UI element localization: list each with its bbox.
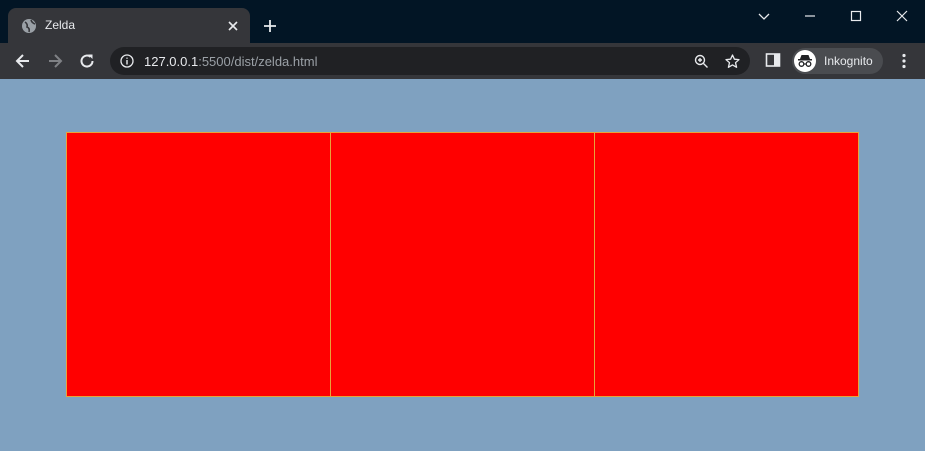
close-icon[interactable] (226, 19, 240, 33)
info-icon[interactable] (120, 54, 134, 68)
tab-title: Zelda (45, 18, 76, 32)
chevron-down-icon (758, 13, 770, 20)
maximize-button[interactable] (833, 5, 879, 27)
tab-zelda[interactable]: Zelda (8, 8, 250, 43)
address-bar[interactable]: 127.0.0.1:5500/dist/zelda.html (110, 47, 750, 75)
reload-icon[interactable] (78, 52, 96, 70)
minimize-button[interactable] (787, 5, 833, 27)
close-icon (896, 10, 908, 22)
maximize-icon (850, 10, 862, 22)
new-tab-icon[interactable] (262, 18, 278, 34)
star-icon[interactable] (725, 54, 740, 69)
side-panel-icon[interactable] (765, 52, 781, 68)
more-vert-icon[interactable] (896, 52, 912, 70)
globe-icon (22, 19, 36, 33)
game-cell (331, 132, 595, 397)
game-cell (66, 132, 331, 397)
game-cell (595, 132, 859, 397)
close-window-button[interactable] (879, 5, 925, 27)
forward-arrow-icon[interactable] (46, 52, 64, 70)
game-board (66, 132, 859, 397)
profile-button[interactable]: Inkognito (792, 48, 883, 74)
browser-titlebar: Zelda (0, 0, 925, 43)
url-path: :5500/dist/zelda.html (198, 54, 318, 69)
tab-search-button[interactable] (741, 5, 787, 27)
back-arrow-icon[interactable] (14, 52, 32, 70)
incognito-icon (794, 50, 816, 72)
page-viewport (0, 79, 925, 451)
zoom-icon[interactable] (694, 54, 709, 69)
profile-label: Inkognito (824, 54, 873, 68)
minimize-icon (805, 15, 815, 17)
url-host: 127.0.0.1 (144, 54, 199, 69)
url-text[interactable]: 127.0.0.1:5500/dist/zelda.html (144, 54, 317, 69)
browser-toolbar: 127.0.0.1:5500/dist/zelda.html Inkognito (0, 43, 925, 79)
